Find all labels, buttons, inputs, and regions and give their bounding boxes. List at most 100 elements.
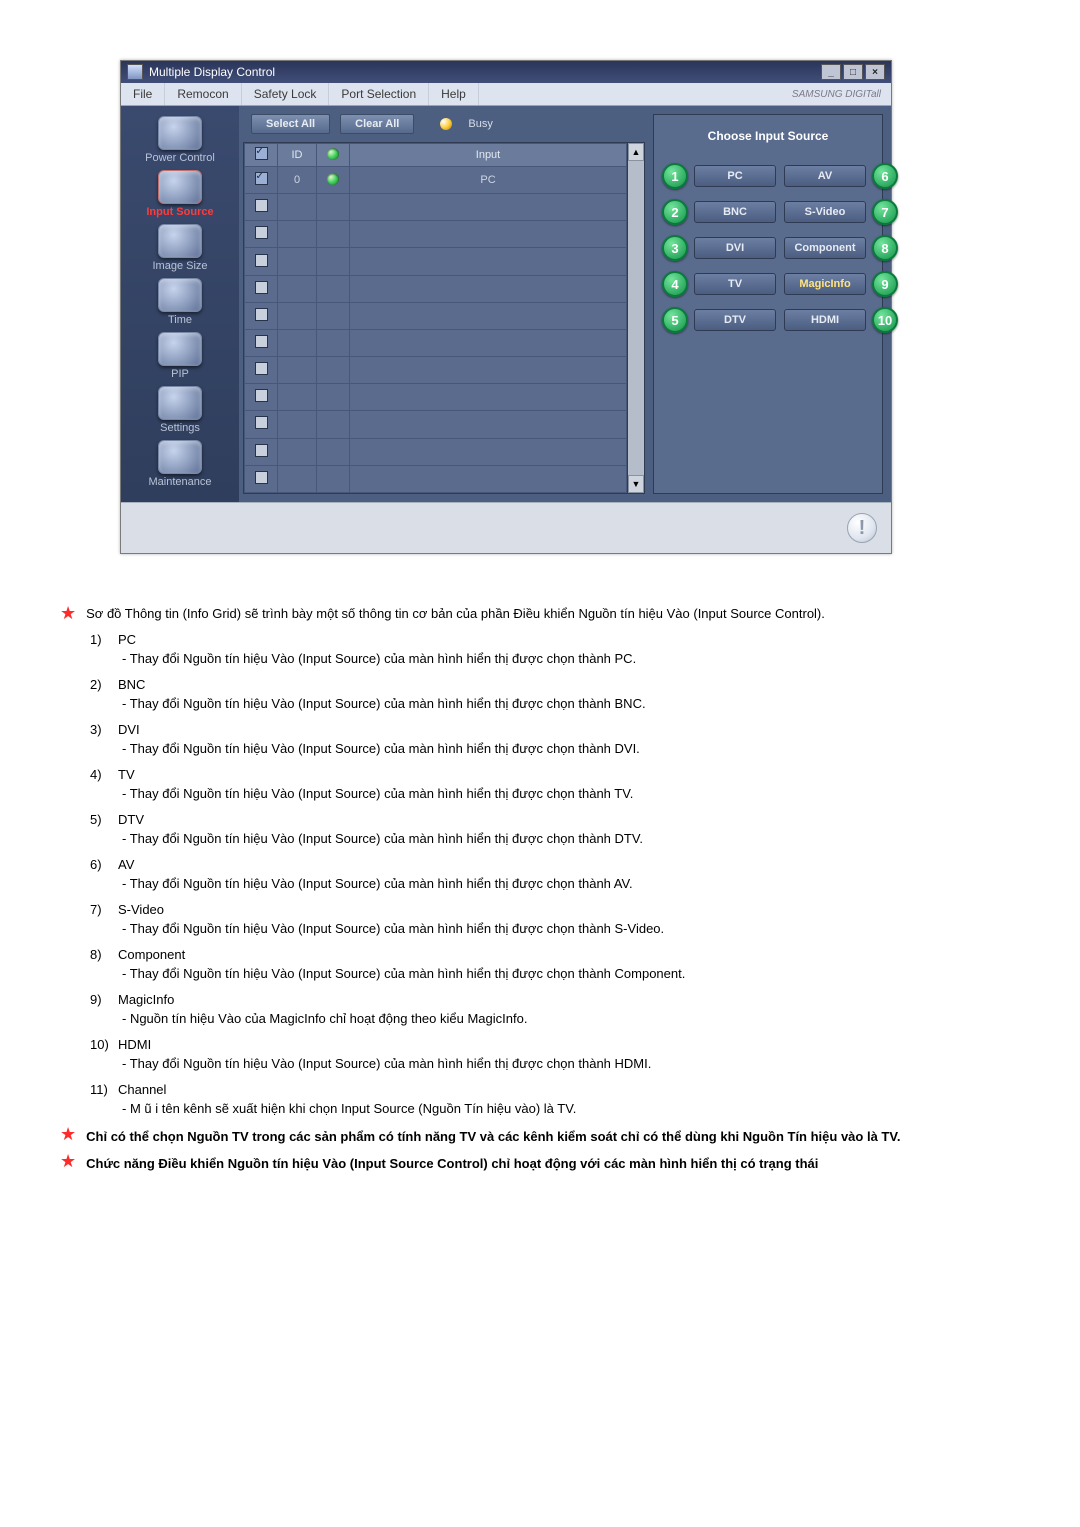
close-button[interactable]: × [865, 64, 885, 80]
list-title: AV [118, 857, 134, 872]
row-id [278, 248, 317, 275]
col-input[interactable]: Input [350, 144, 627, 167]
clear-all-button[interactable]: Clear All [340, 114, 414, 134]
table-row[interactable] [245, 248, 627, 275]
menu-safety-lock[interactable]: Safety Lock [242, 83, 330, 105]
menu-remocon[interactable]: Remocon [165, 83, 241, 105]
col-check[interactable] [245, 144, 278, 167]
window-title: Multiple Display Control [149, 65, 275, 79]
source-button-tv[interactable]: TV [694, 273, 776, 295]
row-input [350, 302, 627, 329]
source-button-dtv[interactable]: DTV [694, 309, 776, 331]
sidebar-item-label: PIP [171, 368, 189, 380]
sidebar-item-settings[interactable]: Settings [125, 384, 235, 436]
row-checkbox[interactable] [255, 172, 268, 185]
titlebar: Multiple Display Control _ □ × [121, 61, 891, 83]
sidebar-item-image-size[interactable]: Image Size [125, 222, 235, 274]
source-panel: Choose Input Source 1PC2BNC3DVI4TV5DTV A… [649, 106, 891, 502]
info-grid: ID Input 0PC [244, 143, 627, 493]
callout-badge: 5 [662, 307, 688, 333]
list-item: 3)DVI - Thay đổi Nguồn tín hiệu Vào (Inpu… [90, 720, 960, 759]
sidebar-item-maintenance[interactable]: Maintenance [125, 438, 235, 490]
scroll-down-button[interactable]: ▼ [628, 475, 644, 493]
source-button-dvi[interactable]: DVI [694, 237, 776, 259]
menu-help[interactable]: Help [429, 83, 479, 105]
vertical-scrollbar[interactable]: ▲ ▼ [627, 143, 644, 493]
table-row[interactable] [245, 465, 627, 492]
row-checkbox[interactable] [255, 281, 268, 294]
busy-label: Busy [468, 118, 492, 130]
source-button-av[interactable]: AV [784, 165, 866, 187]
list-number: 11) [90, 1080, 118, 1100]
row-checkbox[interactable] [255, 389, 268, 402]
table-row[interactable] [245, 384, 627, 411]
menu-file[interactable]: File [121, 83, 165, 105]
list-item: 9)MagicInfo- Nguồn tín hiệu Vào của Magi… [90, 990, 960, 1029]
col-status[interactable] [317, 144, 350, 167]
list-desc: - Thay đổi Nguồn tín hiệu Vào (Input Sou… [122, 739, 960, 759]
list-item: 1)PC- Thay đổi Nguồn tín hiệu Vào (Input… [90, 630, 960, 669]
table-row[interactable] [245, 357, 627, 384]
callout-badge: 7 [872, 199, 898, 225]
callout-badge: 4 [662, 271, 688, 297]
list-item: 10)HDMI- Thay đổi Nguồn tín hiệu Vào (In… [90, 1035, 960, 1074]
list-number: 5) [90, 810, 118, 830]
callout-badge: 8 [872, 235, 898, 261]
row-checkbox[interactable] [255, 471, 268, 484]
row-id [278, 194, 317, 221]
row-input [350, 221, 627, 248]
row-input: PC [350, 167, 627, 194]
source-button-hdmi[interactable]: HDMI [784, 309, 866, 331]
app-icon [127, 64, 143, 80]
list-title: DVI [118, 722, 140, 737]
select-all-button[interactable]: Select All [251, 114, 330, 134]
status-led-icon [327, 173, 339, 185]
source-button-bnc[interactable]: BNC [694, 201, 776, 223]
note-tv-only: Chỉ có thể chọn Nguồn TV trong các sản p… [86, 1127, 900, 1147]
menu-port-selection[interactable]: Port Selection [329, 83, 429, 105]
row-checkbox[interactable] [255, 254, 268, 267]
source-button-component[interactable]: Component [784, 237, 866, 259]
table-row[interactable] [245, 275, 627, 302]
callout-badge: 3 [662, 235, 688, 261]
table-row[interactable] [245, 302, 627, 329]
callout-badge: 2 [662, 199, 688, 225]
table-row[interactable] [245, 194, 627, 221]
star-bullet-icon: ★ [60, 1125, 76, 1147]
sidebar-item-time[interactable]: Time [125, 276, 235, 328]
table-row[interactable] [245, 329, 627, 356]
col-id[interactable]: ID [278, 144, 317, 167]
list-title: S-Video [118, 902, 164, 917]
source-option: 4 TV [662, 271, 776, 297]
table-row[interactable] [245, 221, 627, 248]
minimize-button[interactable]: _ [821, 64, 841, 80]
row-checkbox[interactable] [255, 308, 268, 321]
source-button-s-video[interactable]: S-Video [784, 201, 866, 223]
source-button-magicinfo[interactable]: MagicInfo [784, 273, 866, 295]
row-id [278, 384, 317, 411]
row-id [278, 438, 317, 465]
callout-badge: 10 [872, 307, 898, 333]
row-checkbox[interactable] [255, 199, 268, 212]
source-option: 1PC [662, 163, 776, 189]
row-checkbox[interactable] [255, 226, 268, 239]
source-option: Component 8 [784, 235, 898, 261]
maximize-button[interactable]: □ [843, 64, 863, 80]
sidebar-item-power-control[interactable]: Power Control [125, 114, 235, 166]
row-input [350, 357, 627, 384]
source-option: MagicInfo9 [784, 271, 898, 297]
row-checkbox[interactable] [255, 416, 268, 429]
row-input [350, 384, 627, 411]
table-row[interactable]: 0PC [245, 167, 627, 194]
source-button-pc[interactable]: PC [694, 165, 776, 187]
row-checkbox[interactable] [255, 335, 268, 348]
row-checkbox[interactable] [255, 444, 268, 457]
row-checkbox[interactable] [255, 362, 268, 375]
sidebar-item-input-source[interactable]: Input Source [125, 168, 235, 220]
table-row[interactable] [245, 438, 627, 465]
scroll-up-button[interactable]: ▲ [628, 143, 644, 161]
list-number: 3) [90, 720, 118, 740]
table-row[interactable] [245, 411, 627, 438]
list-desc: - Thay đổi Nguồn tín hiệu Vào (Input Sou… [122, 964, 960, 984]
sidebar-item-pip[interactable]: PIP [125, 330, 235, 382]
